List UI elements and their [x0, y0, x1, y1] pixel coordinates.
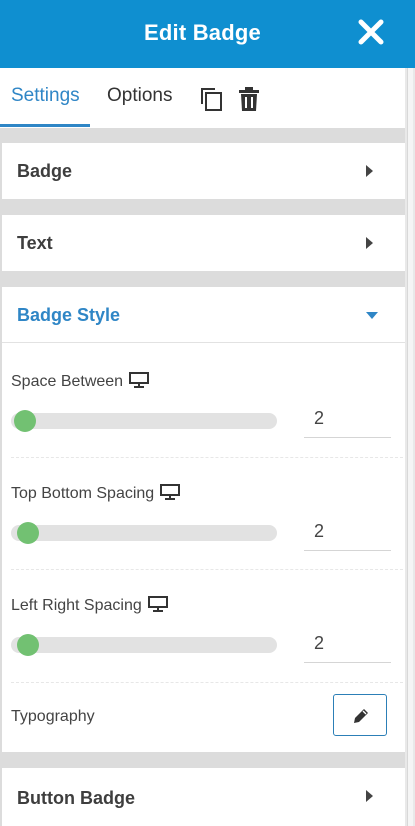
caret-down-icon — [366, 312, 378, 319]
section-text-header[interactable]: Text — [2, 215, 405, 271]
close-icon[interactable] — [354, 15, 388, 49]
section-text[interactable]: Text — [2, 215, 405, 271]
trash-icon[interactable] — [236, 86, 262, 112]
divider — [11, 457, 403, 458]
edit-badge-panel: Edit Badge Settings Options Badge Text B… — [0, 0, 405, 826]
desktop-icon[interactable] — [147, 596, 168, 612]
divider — [11, 682, 403, 683]
section-badge[interactable]: Badge — [2, 143, 405, 199]
duplicate-icon[interactable] — [198, 86, 224, 112]
panel-scrollbar[interactable] — [405, 0, 415, 826]
section-button-badge[interactable]: Button Badge — [2, 768, 405, 826]
top-bottom-spacing-input[interactable] — [304, 513, 391, 551]
caret-right-icon — [366, 237, 373, 249]
typography-label: Typography — [11, 708, 95, 725]
section-text-label: Text — [17, 233, 53, 253]
space-between-input[interactable] — [304, 400, 391, 438]
section-badge-style-header[interactable]: Badge Style — [2, 287, 405, 343]
left-right-spacing-slider[interactable] — [11, 637, 277, 653]
active-tab-indicator — [0, 124, 90, 127]
space-between-field: Space Between — [11, 372, 150, 391]
panel-header: Edit Badge — [0, 0, 405, 68]
top-bottom-spacing-label: Top Bottom Spacing — [11, 485, 155, 502]
space-between-label: Space Between — [11, 373, 124, 390]
caret-right-icon — [366, 790, 373, 802]
divider — [11, 569, 403, 570]
space-between-slider-handle[interactable] — [14, 410, 36, 432]
scrollbar-thumb[interactable] — [407, 68, 413, 826]
section-button-badge-label: Button Badge — [17, 788, 135, 808]
left-right-spacing-label: Left Right Spacing — [11, 597, 142, 614]
desktop-icon[interactable] — [160, 484, 181, 500]
tab-options[interactable]: Options — [107, 85, 172, 107]
section-badge-label: Badge — [17, 161, 73, 181]
desktop-icon[interactable] — [129, 372, 150, 388]
tab-settings[interactable]: Settings — [11, 85, 80, 107]
left-right-spacing-input[interactable] — [304, 625, 391, 663]
top-bottom-spacing-slider[interactable] — [11, 525, 277, 541]
typography-edit-button[interactable] — [333, 694, 387, 736]
tab-bar: Settings Options — [0, 68, 405, 128]
section-badge-style: Badge Style Space Between Top Bottom Spa… — [2, 287, 405, 752]
section-badge-header[interactable]: Badge — [2, 143, 405, 199]
section-badge-style-label: Badge Style — [17, 305, 121, 325]
space-between-slider[interactable] — [11, 413, 277, 429]
top-bottom-spacing-slider-handle[interactable] — [17, 522, 39, 544]
caret-right-icon — [366, 165, 373, 177]
panel-title: Edit Badge — [144, 20, 261, 45]
section-button-badge-header[interactable]: Button Badge — [2, 768, 405, 824]
left-right-spacing-slider-handle[interactable] — [17, 634, 39, 656]
left-right-spacing-field: Left Right Spacing — [11, 596, 168, 615]
pencil-icon — [354, 709, 368, 723]
top-bottom-spacing-field: Top Bottom Spacing — [11, 484, 181, 503]
scrollbar-top — [405, 0, 415, 68]
